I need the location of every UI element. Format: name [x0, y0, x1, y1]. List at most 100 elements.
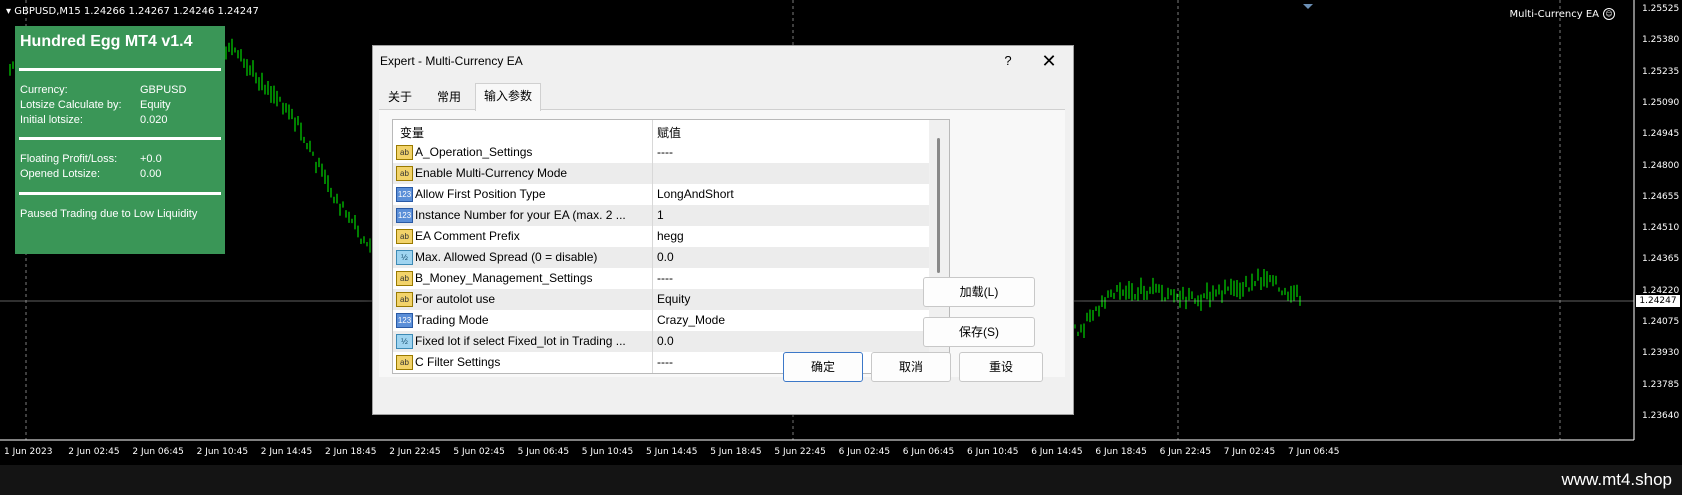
string-type-icon: ab — [396, 229, 413, 244]
string-type-icon: ab — [396, 355, 413, 370]
time-tick-label: 5 Jun 14:45 — [646, 447, 698, 457]
variable-column-header[interactable]: 变量 — [400, 124, 424, 141]
ok-button[interactable]: 确定 — [783, 352, 863, 382]
footer-bar: www.mt4.shop — [0, 465, 1682, 495]
scrollbar-thumb[interactable] — [937, 138, 940, 273]
parameter-value[interactable]: hegg — [657, 229, 684, 243]
price-tick-label: 1.25525 — [1642, 4, 1680, 14]
close-button[interactable]: ✕ — [1037, 49, 1061, 73]
price-tick-label: 1.24075 — [1642, 317, 1680, 327]
parameter-value[interactable]: ---- — [657, 271, 673, 285]
parameter-name: EA Comment Prefix — [415, 229, 520, 243]
string-type-icon: ab — [396, 145, 413, 160]
parameter-value[interactable]: LongAndShort — [657, 187, 734, 201]
parameter-row[interactable]: ab B_Money_Management_Settings ---- — [393, 268, 929, 289]
panel-divider — [19, 192, 221, 195]
price-tick-label: 1.24945 — [1642, 129, 1680, 140]
panel-divider — [19, 137, 221, 140]
time-tick-label: 6 Jun 22:45 — [1159, 447, 1212, 457]
parameter-name: Trading Mode — [415, 313, 489, 327]
load-button[interactable]: 加载(L) — [923, 277, 1035, 307]
string-type-icon: ab — [396, 166, 413, 181]
time-tick-label: 2 Jun 10:45 — [196, 447, 249, 457]
floating-pl-value: +0.0 — [140, 153, 162, 165]
price-tick-label: 1.23785 — [1642, 379, 1680, 390]
period-separator-marker — [1303, 4, 1313, 9]
initial-lotsize-value: 0.020 — [140, 114, 168, 126]
parameter-value[interactable]: 1 — [657, 208, 664, 222]
time-tick-label: 2 Jun 18:45 — [325, 447, 377, 457]
parameters-grid[interactable]: 变量 赋值 ab A_Operation_Settings ---- ab Enable… — [392, 119, 950, 374]
parameter-row[interactable]: ½ Fixed lot if select Fixed_lot in Tradin… — [393, 331, 929, 352]
parameter-value[interactable]: Equity — [657, 292, 690, 306]
double-type-icon: ½ — [396, 250, 413, 265]
current-price-tag: 1.24247 — [1636, 295, 1680, 307]
parameter-name: A_Operation_Settings — [415, 145, 533, 159]
parameter-row[interactable]: 123 Instance Number for your EA (max. 2 .… — [393, 205, 929, 226]
parameter-row[interactable]: 123 Allow First Position Type LongAndShort — [393, 184, 929, 205]
parameter-name: Instance Number for your EA (max. 2 ... — [415, 208, 626, 222]
opened-lotsize-label: Opened Lotsize: — [20, 168, 101, 180]
parameter-name: Enable Multi-Currency Mode — [415, 166, 568, 180]
parameter-name: C Filter Settings — [415, 355, 501, 369]
parameter-value[interactable]: ---- — [657, 145, 673, 159]
ea-corner-label[interactable]: Multi-Currency EA ☺ — [1510, 8, 1615, 20]
string-type-icon: ab — [396, 292, 413, 307]
parameter-value[interactable]: 0.0 — [657, 250, 674, 264]
integer-type-icon: 123 — [396, 313, 413, 328]
save-button[interactable]: 保存(S) — [923, 317, 1035, 347]
panel-title: Hundred Egg MT4 v1.4 — [20, 33, 193, 50]
price-tick-label: 1.23930 — [1642, 348, 1680, 359]
parameter-name: B_Money_Management_Settings — [415, 271, 593, 285]
parameter-row[interactable]: ab For autolot use Equity — [393, 289, 929, 310]
time-tick-label: 2 Jun 06:45 — [132, 447, 184, 457]
help-button[interactable]: ? — [997, 50, 1019, 72]
parameter-value[interactable]: Crazy_Mode — [657, 313, 725, 327]
time-tick-label: 5 Jun 10:45 — [581, 447, 634, 457]
time-tick-label: 6 Jun 10:45 — [967, 447, 1019, 457]
time-tick-label: 5 Jun 22:45 — [774, 447, 826, 457]
time-tick-label: 2 Jun 02:45 — [68, 447, 120, 457]
floating-pl-label: Floating Profit/Loss: — [20, 153, 118, 165]
tab-inputs[interactable]: 输入参数 — [475, 83, 542, 111]
parameter-row[interactable]: ab EA Comment Prefix hegg — [393, 226, 929, 247]
lotsize-calc-label: Lotsize Calculate by: — [20, 99, 122, 111]
parameter-value[interactable]: ---- — [657, 355, 673, 369]
time-tick-label: 5 Jun 06:45 — [517, 447, 570, 457]
price-tick-label: 1.23640 — [1642, 410, 1680, 421]
price-tick-label: 1.24655 — [1642, 191, 1680, 202]
parameter-row[interactable]: ½ Max. Allowed Spread (0 = disable) 0.0 — [393, 247, 929, 268]
time-tick-label: 6 Jun 06:45 — [902, 447, 955, 457]
cancel-button[interactable]: 取消 — [871, 352, 951, 382]
parameter-value[interactable]: 0.0 — [657, 334, 674, 348]
time-tick-label: 7 Jun 06:45 — [1288, 447, 1340, 457]
time-tick-label: 6 Jun 14:45 — [1031, 447, 1083, 457]
parameter-name: For autolot use — [415, 292, 496, 306]
currency-value: GBPUSD — [140, 84, 187, 96]
time-tick-label: 1 Jun 2023 — [4, 447, 53, 457]
time-tick-label: 6 Jun 18:45 — [1095, 447, 1147, 457]
price-tick-label: 1.24800 — [1642, 160, 1680, 171]
string-type-icon: ab — [396, 271, 413, 286]
trading-status: Paused Trading due to Low Liquidity — [20, 208, 198, 220]
price-tick-label: 1.25380 — [1642, 35, 1680, 46]
time-tick-label: 5 Jun 18:45 — [710, 447, 762, 457]
tab-common[interactable]: 常用 — [429, 85, 469, 110]
expert-properties-dialog[interactable]: Expert - Multi-Currency EA ? ✕ 关于 常用 输入参… — [372, 45, 1074, 415]
time-tick-label: 5 Jun 02:45 — [453, 447, 505, 457]
integer-type-icon: 123 — [396, 208, 413, 223]
price-tick-label: 1.24365 — [1642, 254, 1680, 265]
parameter-row[interactable]: ab Enable Multi-Currency Mode — [393, 163, 929, 184]
initial-lotsize-label: Initial lotsize: — [20, 114, 83, 126]
value-column-header[interactable]: 赋值 — [657, 124, 681, 141]
price-tick-label: 1.24510 — [1642, 223, 1680, 234]
parameter-row[interactable]: 123 Trading Mode Crazy_Mode — [393, 310, 929, 331]
tab-about[interactable]: 关于 — [380, 85, 420, 110]
parameter-name: Allow First Position Type — [415, 187, 546, 201]
time-tick-label: 2 Jun 14:45 — [260, 447, 313, 457]
dialog-title: Expert - Multi-Currency EA — [380, 54, 523, 68]
currency-label: Currency: — [20, 84, 68, 96]
parameter-name: Fixed lot if select Fixed_lot in Trading… — [415, 334, 626, 348]
reset-button[interactable]: 重设 — [959, 352, 1043, 382]
parameter-row[interactable]: ab A_Operation_Settings ---- — [393, 142, 929, 163]
